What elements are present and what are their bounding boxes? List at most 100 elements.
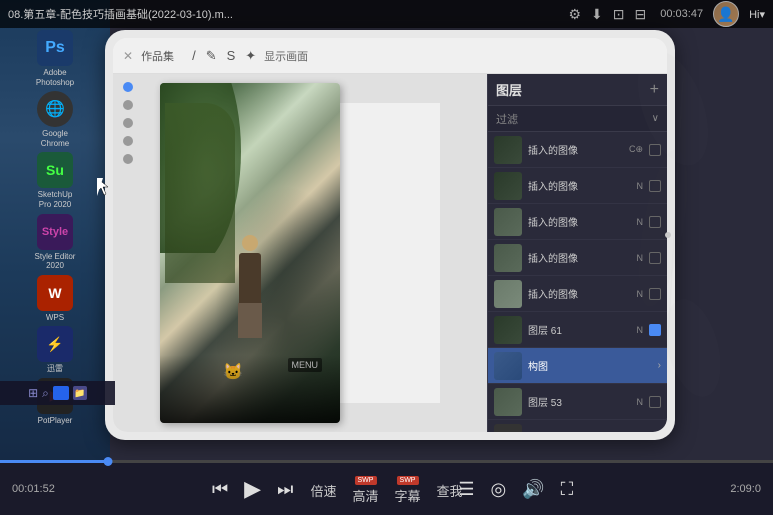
win-start-icon[interactable]: ⊞ <box>28 386 38 400</box>
ipad-close-btn[interactable]: ✕ <box>123 49 133 63</box>
progress-fill <box>0 460 108 463</box>
quality-label: 高清 <box>352 486 378 505</box>
pip-icon[interactable]: ⊟ <box>635 6 647 23</box>
ipad-left-tools <box>121 82 135 164</box>
figure-torso <box>239 253 261 303</box>
canvas-empty-area <box>340 103 440 403</box>
layer-thumbnail <box>494 208 522 236</box>
tool-pen[interactable]: / <box>192 48 196 64</box>
danmu-button[interactable]: ◎ <box>483 475 515 504</box>
tool-dot-3[interactable] <box>123 118 133 128</box>
layer-mode: N <box>637 253 644 263</box>
layer-thumbnail <box>494 136 522 164</box>
quality-menu-item[interactable]: SWP 高清 <box>352 476 378 505</box>
win-search-icon[interactable]: ⌕ <box>42 386 49 401</box>
filter-arrow-icon[interactable]: ∨ <box>652 113 659 124</box>
subtitle-menu-item[interactable]: SWP 字幕 <box>395 476 421 505</box>
ipad-tab-label[interactable]: 作品集 <box>141 48 174 64</box>
desktop-icon-chrome[interactable]: 🌐 GoogleChrome <box>13 91 98 148</box>
desktop-icon-sketchup[interactable]: Su SketchUpPro 2020 <box>13 152 98 209</box>
layer-mode: N <box>637 397 644 407</box>
layer-visibility-checkbox[interactable] <box>649 324 661 336</box>
tool-dot-1[interactable] <box>123 82 133 92</box>
tool-dot-5[interactable] <box>123 154 133 164</box>
progress-bar[interactable] <box>0 460 773 463</box>
layers-header: 图层 + <box>488 74 667 106</box>
layer-name: 插入的图像 <box>528 178 631 193</box>
tool-brush[interactable]: ✎ <box>206 48 217 64</box>
layer-thumbnail <box>494 316 522 344</box>
win-edge-icon[interactable] <box>53 386 69 400</box>
layers-panel: 图层 + 过滤 ∨ 插入的图像C⊕插入的图像N插入的图像N插入的图像N插入的图像… <box>487 74 667 432</box>
layer-thumbnail <box>494 352 522 380</box>
avatar[interactable]: 👤 <box>713 1 739 27</box>
filter-row: 过滤 ∨ <box>488 106 667 132</box>
subtitle-badge: SWP <box>397 476 419 485</box>
icon-label-sketchup: SketchUpPro 2020 <box>38 190 73 209</box>
layers-add-button[interactable]: + <box>650 81 659 99</box>
bottom-menu: 倍速 SWP 高清 SWP 字幕 查我 <box>310 476 462 505</box>
speed-menu-item[interactable]: 倍速 <box>310 481 336 500</box>
volume-button[interactable]: 🔊 <box>514 475 552 504</box>
canvas-area[interactable]: MENU 🐱 <box>113 74 487 432</box>
layers-title: 图层 <box>496 80 522 99</box>
quality-badge: SWP <box>355 476 377 485</box>
layer-item[interactable]: 插入的图像C⊕ <box>488 132 667 168</box>
desktop-icon-style[interactable]: Style Style Editor2020 <box>13 214 98 271</box>
tool-dot-2[interactable] <box>123 100 133 110</box>
progress-dot[interactable] <box>104 457 113 466</box>
layer-thumbnail <box>494 172 522 200</box>
figure-legs <box>238 303 262 338</box>
screen-icon[interactable]: ⊡ <box>613 6 625 23</box>
top-bar-icons: ⚙ ⬇ ⊡ ⊟ 00:03:47 👤 Hi▾ <box>568 1 765 27</box>
icon-label-ps: AdobePhotoshop <box>36 68 74 87</box>
layer-visibility-checkbox[interactable] <box>649 432 661 433</box>
desktop-icons: Ps AdobePhotoshop 🌐 GoogleChrome Su Sket… <box>0 30 110 426</box>
layer-visibility-checkbox[interactable] <box>649 180 661 192</box>
share-icon[interactable]: ⚙ <box>568 6 581 23</box>
layers-list: 插入的图像C⊕插入的图像N插入的图像N插入的图像N插入的图像N图层 61N构图›… <box>488 132 667 432</box>
artwork-figure <box>238 235 262 338</box>
layer-mode: N <box>637 181 644 191</box>
layer-item[interactable]: 构图› <box>488 348 667 384</box>
hi-label[interactable]: Hi▾ <box>749 8 765 21</box>
figure-head <box>242 235 258 251</box>
fullscreen-button[interactable]: ⛶ <box>553 475 582 504</box>
layer-thumbnail <box>494 244 522 272</box>
video-controls: 00:01:52 ⏮ ▶ ⏭ 倍速 SWP 高清 SWP 字幕 <box>0 460 773 515</box>
plant-left <box>165 103 235 283</box>
artwork-canvas: MENU 🐱 <box>160 83 340 423</box>
layer-visibility-checkbox[interactable] <box>649 144 661 156</box>
time-total: 2:09:0 <box>730 483 761 495</box>
next-button[interactable]: ⏭ <box>269 475 301 504</box>
layer-item[interactable]: 插入的图像N <box>488 204 667 240</box>
controls-main: 00:01:52 ⏮ ▶ ⏭ 倍速 SWP 高清 SWP 字幕 <box>0 463 773 515</box>
layer-item[interactable]: 插入的图像N <box>488 276 667 312</box>
download-icon[interactable]: ⬇ <box>591 6 603 23</box>
play-button[interactable]: ▶ <box>236 472 269 506</box>
layer-expand-icon[interactable]: › <box>658 360 661 371</box>
findme-menu-item[interactable]: 查我 <box>437 481 463 500</box>
layer-mode: N <box>637 289 644 299</box>
desktop-icon-thunder[interactable]: ⚡ 迅雷 <box>13 326 98 374</box>
layer-item[interactable]: A总结N <box>488 420 667 432</box>
layer-visibility-checkbox[interactable] <box>649 288 661 300</box>
layer-name: 总结 <box>528 430 631 432</box>
ipad-screen: ✕ 作品集 / ✎ S ✦ 显示画面 <box>113 38 667 432</box>
prev-button[interactable]: ⏮ <box>204 475 236 504</box>
layer-item[interactable]: 插入的图像N <box>488 240 667 276</box>
win-file-icon[interactable]: 📁 <box>73 386 87 400</box>
layer-visibility-checkbox[interactable] <box>649 216 661 228</box>
desktop-icon-wps[interactable]: W WPS <box>13 275 98 323</box>
tool-move[interactable]: ✦ <box>245 48 256 64</box>
ipad-tools: / ✎ S ✦ <box>192 48 256 64</box>
layer-item[interactable]: 图层 61N <box>488 312 667 348</box>
layer-item[interactable]: 图层 53N <box>488 384 667 420</box>
layer-item[interactable]: 插入的图像 N <box>488 168 667 204</box>
layer-visibility-checkbox[interactable] <box>649 252 661 264</box>
counter-text: 00:03:47 <box>660 8 703 20</box>
tool-dot-4[interactable] <box>123 136 133 146</box>
tool-eraser[interactable]: S <box>227 48 236 64</box>
layer-visibility-checkbox[interactable] <box>649 396 661 408</box>
desktop-icon-ps[interactable]: Ps AdobePhotoshop <box>13 30 98 87</box>
